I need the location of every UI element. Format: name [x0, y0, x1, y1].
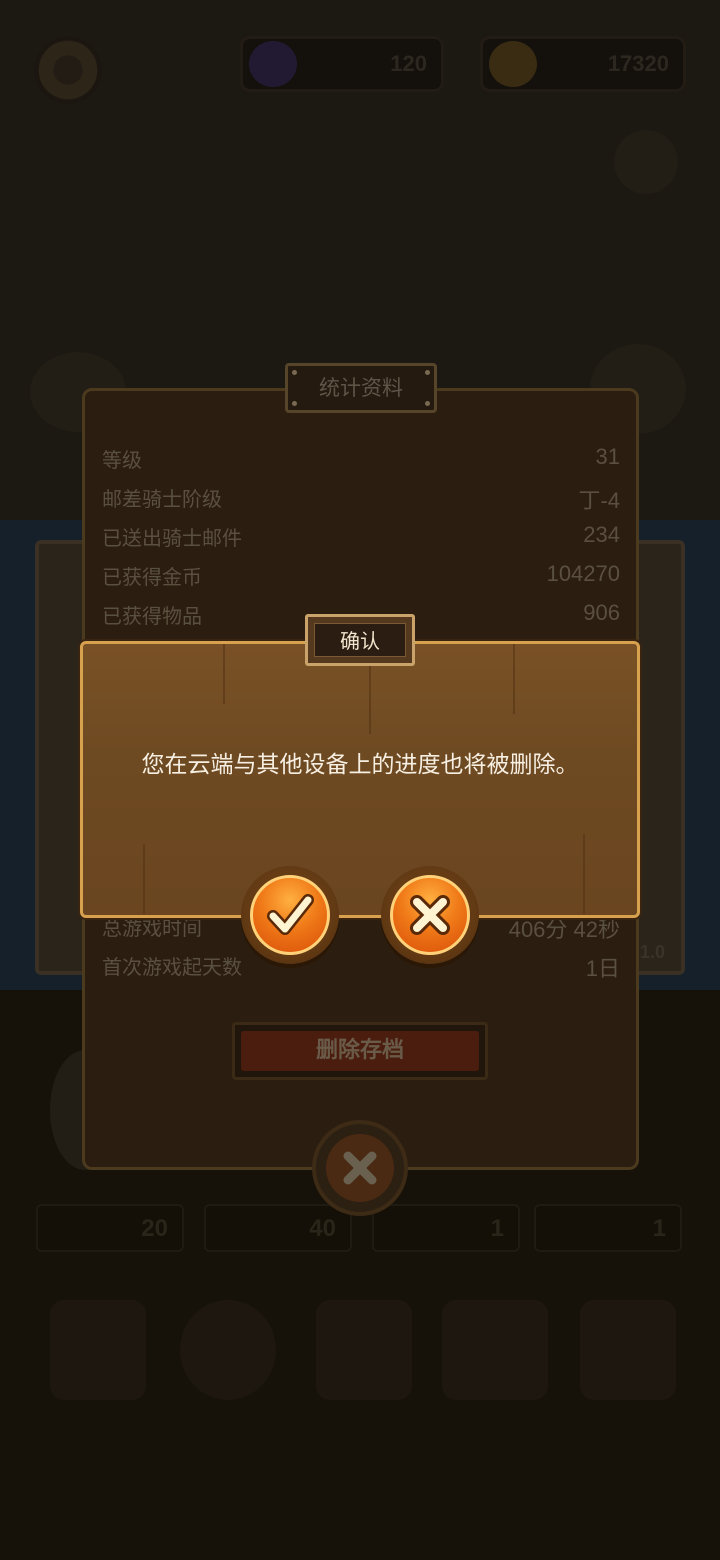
resource-slot: 1	[534, 1204, 682, 1252]
rivet	[425, 370, 430, 375]
confirm-message: 您在云端与其他设备上的进度也将被删除。	[141, 752, 579, 778]
stat-value: 丁-4	[578, 488, 620, 513]
stat-value: 104270	[546, 561, 620, 586]
coin-count: 17320	[607, 51, 669, 76]
confirm-title-plate: 确认	[305, 614, 415, 666]
resource-slot: 40	[204, 1204, 352, 1252]
stat-value: 906	[583, 600, 620, 625]
stat-label: 邮差骑士阶级	[102, 487, 222, 511]
checkmark-icon	[267, 894, 314, 935]
confirm-cancel-button[interactable]	[381, 866, 479, 964]
confirm-title: 确认	[314, 623, 406, 657]
rivet	[292, 401, 297, 406]
slot-count: 20	[141, 1215, 168, 1242]
stats-close-button[interactable]	[312, 1120, 408, 1216]
stats-title-text: 统计资料	[319, 376, 403, 400]
resource-slot: 20	[36, 1204, 184, 1252]
coin-icon	[489, 41, 537, 87]
gem-count: 120	[390, 51, 427, 76]
mail-book-icon[interactable]	[50, 1300, 146, 1400]
slot-count: 40	[309, 1215, 336, 1242]
stat-label: 已获得物品	[102, 604, 202, 628]
close-icon	[343, 1151, 377, 1185]
confirm-ok-button[interactable]	[241, 866, 339, 964]
stat-value: 1日	[585, 956, 620, 981]
album-icon[interactable]	[316, 1300, 412, 1400]
letter-quill-icon[interactable]	[442, 1300, 548, 1400]
character-icon[interactable]	[614, 130, 678, 194]
wood-grain	[583, 834, 585, 914]
delete-save-label: 删除存档	[241, 1031, 479, 1071]
coin-counter[interactable]: 17320	[480, 36, 686, 92]
stat-value: 31	[595, 444, 620, 469]
medal-icon[interactable]	[180, 1300, 276, 1400]
slot-count: 1	[652, 1215, 666, 1242]
delete-save-button[interactable]: 删除存档	[232, 1022, 488, 1080]
version-label: 1.0	[640, 942, 666, 962]
slot-count: 1	[490, 1215, 504, 1242]
stat-label: 已获得金币	[102, 565, 202, 589]
stat-label: 首次游戏起天数	[102, 955, 242, 979]
stat-label: 等级	[102, 448, 142, 472]
wood-grain	[223, 644, 225, 704]
rivet	[425, 401, 430, 406]
gem-icon	[249, 41, 297, 87]
rivet	[292, 370, 297, 375]
stat-value: 234	[583, 522, 620, 547]
stats-panel-title: 统计资料	[285, 363, 437, 413]
close-icon	[410, 895, 450, 935]
settings-gear-icon[interactable]	[34, 36, 102, 104]
confirm-dialog	[80, 641, 640, 918]
wood-grain	[143, 844, 145, 914]
shop-character-icon[interactable]	[580, 1300, 676, 1400]
resource-slot: 1	[372, 1204, 520, 1252]
wood-grain	[513, 644, 515, 714]
gem-counter[interactable]: 120	[240, 36, 444, 92]
stat-label: 已送出骑士邮件	[102, 526, 242, 550]
